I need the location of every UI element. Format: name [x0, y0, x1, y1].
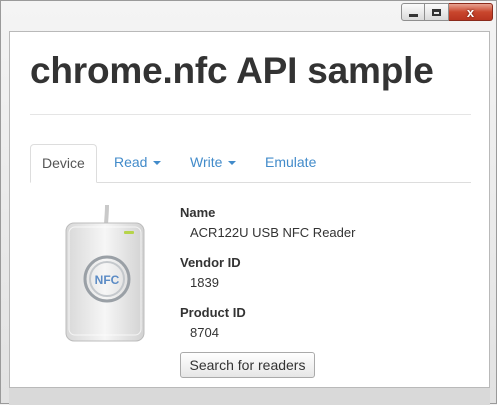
product-id-value: 8704 — [190, 325, 219, 340]
tab-write[interactable]: Write — [190, 144, 237, 182]
app-window: x chrome.nfc API sample Device Read Writ… — [0, 0, 497, 405]
chevron-down-icon — [228, 161, 237, 166]
minimize-icon — [408, 14, 418, 17]
tab-emulate[interactable]: Emulate — [265, 144, 316, 182]
tab-device[interactable]: Device — [30, 144, 97, 183]
nfc-reader-icon: NFC — [65, 205, 145, 342]
chevron-down-icon — [153, 161, 162, 166]
name-value: ACR122U USB NFC Reader — [190, 225, 356, 240]
nfc-logo-text: NFC — [95, 273, 120, 287]
maximize-icon — [432, 8, 441, 16]
window-titlebar[interactable]: x — [1, 1, 497, 31]
page-content: chrome.nfc API sample Device Read Write … — [9, 31, 490, 388]
maximize-button[interactable] — [425, 3, 449, 21]
minimize-button[interactable] — [401, 3, 425, 21]
tab-bar: Device Read Write Emulate — [30, 144, 471, 183]
vendor-id-label: Vendor ID — [180, 255, 241, 270]
window-controls: x — [401, 3, 493, 21]
tab-write-label: Write — [190, 154, 223, 170]
tab-emulate-label: Emulate — [265, 154, 317, 170]
tab-read-label: Read — [114, 154, 148, 170]
vendor-id-value: 1839 — [190, 275, 219, 290]
product-id-label: Product ID — [180, 305, 246, 320]
tab-read[interactable]: Read — [114, 144, 162, 182]
tab-device-label: Device — [42, 155, 85, 171]
name-label: Name — [180, 205, 216, 220]
page-title: chrome.nfc API sample — [30, 50, 434, 91]
window-bottom-border — [9, 388, 490, 405]
close-icon: x — [466, 4, 475, 20]
title-divider — [30, 114, 471, 115]
close-button[interactable]: x — [449, 3, 493, 21]
search-for-readers-button[interactable]: Search for readers — [180, 352, 315, 378]
